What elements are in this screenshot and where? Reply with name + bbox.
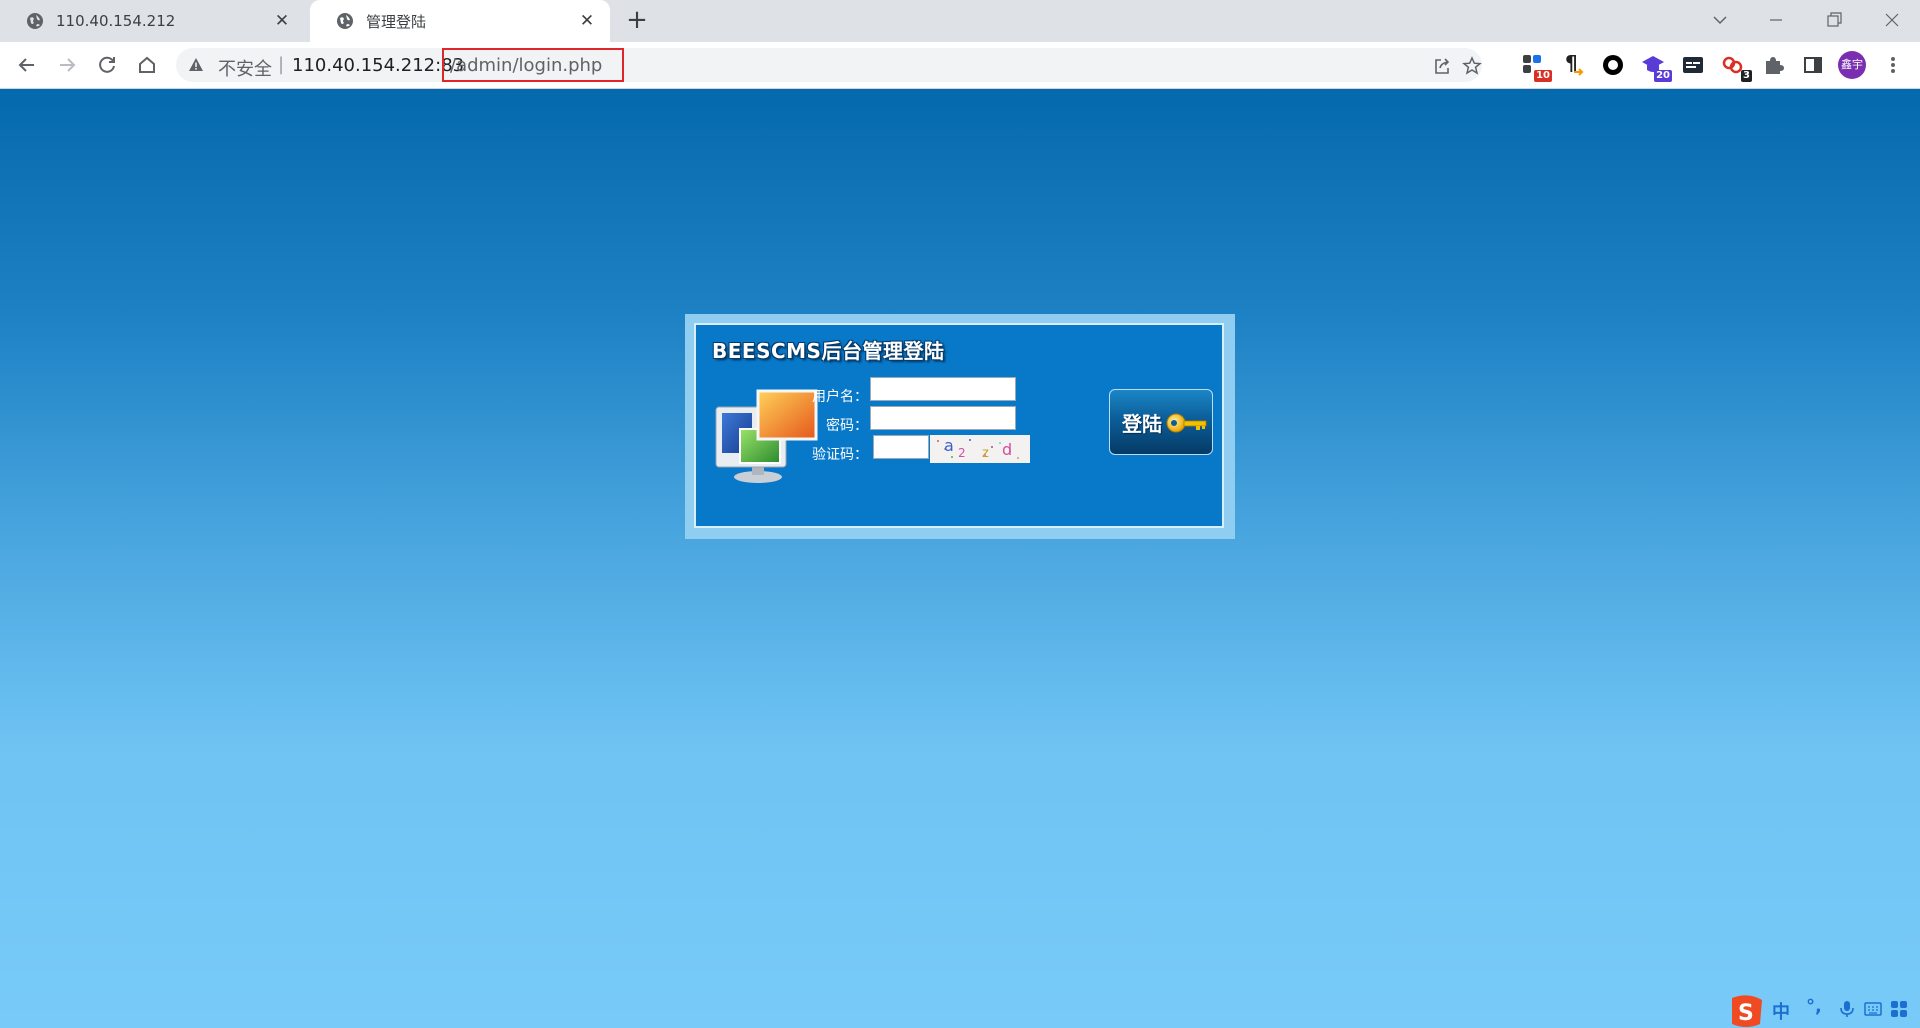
page-background: BEESCMS后台管理登陆 用户名： 密码： 验证码： a 2 z d 登陆 [0, 89, 1920, 1028]
extension-pilcrow[interactable]: ¶ [1560, 51, 1586, 78]
side-panel-icon [1804, 57, 1822, 73]
extension-badge: 3 [1741, 70, 1752, 82]
extension-graduation[interactable]: 20 [1640, 52, 1672, 82]
extension-grid[interactable]: 10 [1520, 52, 1552, 82]
username-label: 用户名： [812, 389, 868, 405]
login-panel-frame: BEESCMS后台管理登陆 用户名： 密码： 验证码： a 2 z d 登陆 [685, 314, 1235, 539]
warning-triangle-icon[interactable] [188, 57, 204, 73]
captcha-image[interactable]: a 2 z d [930, 435, 1030, 463]
svg-text:d: d [1002, 440, 1012, 459]
extension-circle[interactable] [1600, 52, 1626, 78]
ime-grid-icon[interactable] [1890, 1000, 1908, 1018]
keyboard-icon[interactable] [1864, 1000, 1882, 1018]
home-icon[interactable] [134, 52, 160, 78]
share-icon[interactable] [1432, 56, 1452, 76]
tab-1-title: 110.40.154.212 [56, 12, 176, 30]
tab-2-title: 管理登陆 [366, 12, 427, 31]
back-arrow-icon[interactable] [14, 52, 40, 78]
browser-toolbar: 不安全 | 110.40.154.212:83 /admin/login.php… [0, 42, 1920, 89]
extensions-menu[interactable] [1760, 52, 1786, 78]
profile-avatar[interactable]: 鑫宇 [1838, 51, 1866, 79]
computer-monitor-icon [715, 389, 818, 483]
url-path-highlight-box [442, 48, 624, 82]
login-button-label: 登陆 [1122, 412, 1162, 436]
new-tab-button[interactable]: + [624, 7, 650, 34]
ime-mode-label[interactable]: 中 [1772, 998, 1790, 1024]
forward-arrow-icon[interactable] [54, 52, 80, 78]
tab-2-active[interactable]: 管理登陆 ✕ [310, 0, 610, 42]
login-panel: BEESCMS后台管理登陆 用户名： 密码： 验证码： a 2 z d 登陆 [694, 323, 1224, 528]
close-tab-1-icon[interactable]: ✕ [273, 12, 291, 30]
key-icon [1166, 413, 1207, 433]
side-panel-button[interactable] [1800, 52, 1826, 78]
microphone-icon[interactable] [1838, 1000, 1856, 1018]
tab-search-chevron-icon[interactable] [1706, 6, 1734, 34]
close-tab-2-icon[interactable]: ✕ [578, 12, 596, 30]
ime-punctuation-label[interactable]: °, [1806, 996, 1822, 1017]
globe-icon [27, 13, 43, 29]
svg-text:z: z [982, 446, 989, 461]
extension-terminal[interactable] [1680, 52, 1706, 78]
circle-extension-icon [1603, 55, 1623, 75]
captcha-input[interactable] [873, 435, 929, 459]
extension-link[interactable]: 3 [1720, 52, 1752, 82]
captcha-label: 验证码： [812, 447, 868, 463]
extension-badge: 10 [1534, 70, 1552, 82]
address-bar[interactable]: 不安全 | 110.40.154.212:83 /admin/login.php [176, 48, 1482, 82]
login-button[interactable]: 登陆 [1109, 389, 1213, 455]
bookmark-star-icon[interactable] [1462, 56, 1482, 76]
globe-icon [337, 13, 353, 29]
address-separator: | [278, 54, 285, 75]
username-input[interactable] [870, 377, 1016, 401]
svg-text:a: a [944, 436, 954, 455]
not-secure-label[interactable]: 不安全 [218, 55, 272, 81]
terminal-extension-icon [1683, 57, 1703, 73]
reload-icon[interactable] [94, 52, 120, 78]
close-window-icon[interactable] [1878, 6, 1906, 34]
tab-1[interactable]: 110.40.154.212 ✕ [0, 0, 305, 42]
kebab-menu-icon[interactable] [1880, 52, 1906, 78]
sogou-logo-icon[interactable]: S [1728, 994, 1766, 1028]
password-input[interactable] [870, 406, 1016, 430]
ime-toolbar: S 中 °, [1728, 992, 1920, 1028]
extension-badge: 20 [1654, 70, 1672, 82]
tab-strip: 110.40.154.212 ✕ 管理登陆 ✕ + [0, 0, 1920, 42]
password-label: 密码： [826, 418, 868, 434]
url-host: 110.40.154.212:83 [292, 55, 465, 76]
login-title: BEESCMS后台管理登陆 [712, 339, 945, 363]
minimize-icon[interactable] [1762, 6, 1790, 34]
puzzle-icon [1766, 57, 1784, 74]
pilcrow-extension-icon: ¶ [1565, 51, 1584, 76]
svg-text:S: S [1738, 1001, 1754, 1026]
svg-text:2: 2 [958, 446, 966, 460]
restore-icon[interactable] [1820, 6, 1848, 34]
